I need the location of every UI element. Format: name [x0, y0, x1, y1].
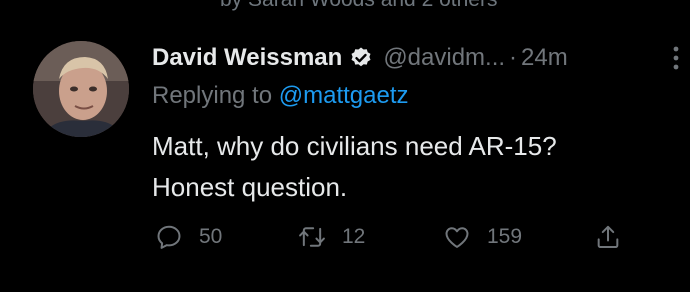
tweet-text-line: Matt, why do civilians need AR-15? — [152, 131, 557, 161]
share-icon — [597, 225, 619, 249]
tweet-text-line: Honest question. — [152, 172, 348, 202]
tweet-text: Matt, why do civilians need AR-15? Hones… — [152, 126, 672, 208]
reply-count: 50 — [199, 225, 223, 248]
reply-icon — [157, 225, 181, 249]
like-count: 159 — [487, 225, 523, 248]
header-separator: · — [509, 44, 518, 71]
author-handle[interactable]: @davidm... — [383, 44, 505, 72]
retweet-icon — [299, 227, 325, 247]
like-button[interactable]: 159 — [443, 220, 522, 254]
thread-context-text: by Sarah Woods and 2 others — [220, 0, 497, 12]
reply-button[interactable]: 50 — [155, 220, 222, 254]
tweet-timestamp[interactable]: 24m — [521, 44, 568, 72]
verified-badge-icon — [351, 47, 371, 67]
tweet-header: David Weissman @davidm... · 24m — [152, 40, 568, 76]
retweet-count: 12 — [342, 225, 366, 248]
avatar-photo — [33, 41, 129, 137]
retweet-button[interactable]: 12 — [298, 220, 365, 254]
replying-to-link[interactable]: @mattgaetz — [279, 82, 409, 109]
more-icon[interactable] — [668, 44, 684, 72]
replying-to: Replying to @mattgaetz — [152, 82, 409, 110]
replying-prefix: Replying to — [152, 82, 279, 109]
author-name[interactable]: David Weissman — [152, 44, 342, 72]
author-avatar[interactable] — [33, 41, 129, 137]
share-button[interactable] — [594, 220, 622, 254]
like-icon — [445, 227, 469, 248]
